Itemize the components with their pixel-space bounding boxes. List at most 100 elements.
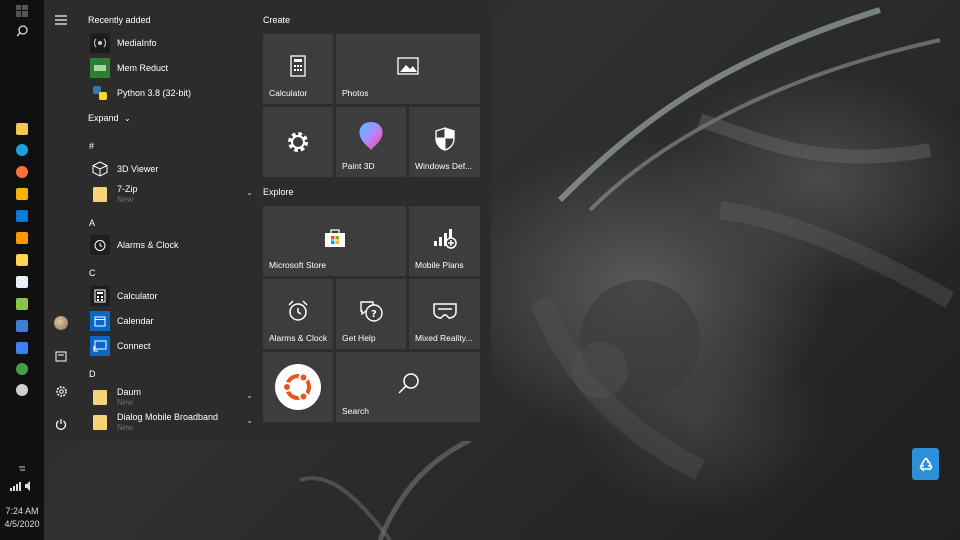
taskbar-outlook[interactable] [0, 315, 44, 337]
windows-logo-icon [16, 5, 28, 17]
taskbar-sticky[interactable] [0, 249, 44, 271]
power-button[interactable] [48, 411, 74, 437]
sublime-icon [16, 232, 28, 244]
app-connect[interactable]: Connect [88, 334, 253, 358]
folder-icon [90, 184, 110, 204]
clock-time[interactable]: 7:24 AM [0, 506, 44, 516]
app-name: Connect [117, 341, 151, 351]
avatar [54, 316, 68, 330]
store-icon [16, 188, 28, 200]
tile-calculator[interactable]: Calculator [263, 34, 333, 104]
clock-date[interactable]: 4/5/2020 [0, 519, 44, 529]
chevron-down-icon: ⌄ [124, 114, 131, 123]
expand-button[interactable]: Expand ⌄ [88, 113, 131, 123]
letter-header-a[interactable]: A [89, 218, 95, 228]
gear-icon [55, 385, 67, 397]
app-python[interactable]: Python 3.8 (32-bit) [88, 81, 253, 105]
app-mediainfo[interactable]: MediaInfo [88, 31, 253, 55]
tile-mixed-reality[interactable]: Mixed Reality... [409, 279, 480, 349]
group-title-explore[interactable]: Explore [263, 187, 294, 197]
app-mem-reduct[interactable]: Mem Reduct [88, 56, 253, 80]
power-icon [55, 419, 67, 430]
notification-chevron[interactable] [0, 462, 44, 476]
taskbar-edge[interactable] [0, 139, 44, 161]
taskbar-settings-app[interactable] [0, 379, 44, 401]
taskbar-sublime[interactable] [0, 227, 44, 249]
hamburger-menu-button[interactable] [48, 7, 74, 33]
file-explorer-icon [16, 123, 28, 135]
tile-label: Windows Def... [415, 161, 473, 171]
taskbar-lambda[interactable] [0, 293, 44, 315]
chevron-down-icon[interactable]: ⌄ [246, 391, 253, 400]
calendar-icon [90, 311, 110, 331]
tile-search[interactable]: Search [336, 352, 480, 422]
app-name: Python 3.8 (32-bit) [117, 88, 192, 98]
tile-photos[interactable]: Photos [336, 34, 480, 104]
tile-alarms-clock[interactable]: Alarms & Clock [263, 279, 333, 349]
mixed-reality-icon [432, 301, 458, 321]
letter-header-d[interactable]: D [89, 369, 96, 379]
settings-app-icon [16, 384, 28, 396]
folder-icon [90, 387, 110, 407]
app-3d-viewer[interactable]: 3D Viewer [88, 157, 253, 181]
chevron-down-icon[interactable]: ⌄ [246, 188, 253, 197]
taskbar-store[interactable] [0, 183, 44, 205]
mediainfo-icon [90, 33, 110, 53]
taskbar-search-button[interactable] [0, 20, 44, 42]
new-badge: New [117, 398, 134, 407]
ubuntu-icon [274, 363, 322, 411]
app-7-zip[interactable]: 7-Zip New ⌄ [88, 182, 253, 206]
settings-button[interactable] [48, 378, 74, 404]
group-title-create[interactable]: Create [263, 15, 290, 25]
tile-paint-3d[interactable]: Paint 3D [336, 107, 406, 177]
taskbar-app[interactable] [0, 337, 44, 359]
app-name: Dialog Mobile Broadband [117, 412, 219, 422]
letter-header-c[interactable]: C [89, 268, 96, 278]
store-bag-icon [324, 228, 346, 248]
app-calculator[interactable]: Calculator [88, 284, 253, 308]
python-icon [90, 83, 110, 103]
documents-button[interactable] [48, 343, 74, 369]
tile-label: Microsoft Store [269, 260, 327, 270]
taskbar-firefox[interactable] [0, 161, 44, 183]
new-badge: New [117, 195, 134, 204]
letter-header-hash[interactable]: # [89, 141, 94, 151]
app-calendar[interactable]: Calendar [88, 309, 253, 333]
chevron-down-icon[interactable]: ⌄ [246, 416, 253, 425]
app-name: Calendar [117, 316, 154, 326]
tile-microsoft-store[interactable]: Microsoft Store [263, 206, 406, 276]
app-daum[interactable]: Daum New ⌄ [88, 385, 253, 409]
user-account-button[interactable] [48, 310, 74, 336]
taskbar-remote[interactable] [0, 271, 44, 293]
sticky-icon [16, 254, 28, 266]
gear-icon [286, 130, 310, 154]
start-button[interactable] [0, 0, 44, 22]
start-rail [44, 0, 78, 441]
taskbar-mail[interactable] [0, 205, 44, 227]
app-name: MediaInfo [117, 38, 157, 48]
app-name: Mem Reduct [117, 63, 169, 73]
taskbar-xbox[interactable] [0, 358, 44, 380]
alarm-clock-icon [286, 299, 310, 323]
tile-windows-defender[interactable]: Windows Def... [409, 107, 480, 177]
app-dialog-mobile-broadband[interactable]: Dialog Mobile Broadband New ⌄ [88, 410, 253, 434]
tile-mobile-plans[interactable]: Mobile Plans [409, 206, 480, 276]
tray-network-volume[interactable] [0, 478, 44, 494]
app-alarms-clock[interactable]: Alarms & Clock [88, 233, 253, 257]
tile-label: Mixed Reality... [415, 333, 473, 343]
app-name: Alarms & Clock [117, 240, 179, 250]
firefox-icon [16, 166, 28, 178]
expand-label: Expand [88, 113, 119, 123]
tile-get-help[interactable]: ? Get Help [336, 279, 406, 349]
tile-ubuntu[interactable] [263, 352, 333, 422]
app-name: Calculator [117, 291, 158, 301]
recycle-bin-icon[interactable] [912, 448, 939, 480]
help-chat-icon: ? [358, 299, 384, 323]
alarm-clock-icon [90, 235, 110, 255]
calculator-icon [90, 286, 110, 306]
taskbar-file-explorer[interactable] [0, 118, 44, 140]
start-menu: Recently added MediaInfo Mem Reduct Pyth… [44, 0, 491, 441]
edge-icon [16, 144, 28, 156]
tile-label: Alarms & Clock [269, 333, 328, 343]
tile-settings[interactable] [263, 107, 333, 177]
